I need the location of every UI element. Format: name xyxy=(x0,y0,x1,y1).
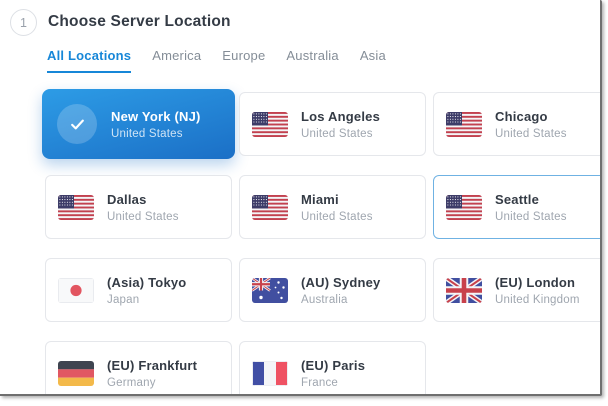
server-location-card-seattle[interactable]: Seattle United States xyxy=(433,175,602,239)
tab-label: All Locations xyxy=(47,48,131,63)
server-location-grid: New York (NJ) United States Los Angeles … xyxy=(45,92,602,396)
server-location-card-chicago[interactable]: Chicago United States xyxy=(433,92,602,156)
country-label: United States xyxy=(301,128,380,140)
city-label: New York (NJ) xyxy=(111,109,201,124)
flag-us-icon xyxy=(252,112,288,137)
flag-fr-icon xyxy=(252,361,288,386)
country-label: United States xyxy=(111,128,201,140)
screenshot-frame: 1 Choose Server Location All Locations Am… xyxy=(0,0,608,406)
server-location-card-new-york-nj[interactable]: New York (NJ) United States xyxy=(42,89,235,159)
server-location-card-asia-tokyo[interactable]: (Asia) Tokyo Japan xyxy=(45,258,232,322)
flag-us-icon xyxy=(446,195,482,220)
tab-all-locations[interactable]: All Locations xyxy=(47,48,131,73)
location-filter-tabs: All Locations America Europe Australia Asia xyxy=(47,48,386,73)
tab-asia[interactable]: Asia xyxy=(360,48,386,73)
server-location-card-los-angeles[interactable]: Los Angeles United States xyxy=(239,92,426,156)
city-label: (EU) Frankfurt xyxy=(107,358,197,373)
tab-america[interactable]: America xyxy=(152,48,201,73)
tab-label: Asia xyxy=(360,48,386,63)
server-location-card-au-sydney[interactable]: (AU) Sydney Australia xyxy=(239,258,426,322)
country-label: Japan xyxy=(107,294,186,306)
flag-de-icon xyxy=(58,361,94,386)
server-location-card-eu-frankfurt[interactable]: (EU) Frankfurt Germany xyxy=(45,341,232,396)
city-label: (EU) Paris xyxy=(301,358,365,373)
step-number: 1 xyxy=(20,16,27,30)
country-label: France xyxy=(301,377,365,389)
step-number-badge: 1 xyxy=(10,9,37,36)
country-label: United States xyxy=(107,211,179,223)
tab-australia[interactable]: Australia xyxy=(286,48,338,73)
country-label: United States xyxy=(495,128,567,140)
flag-us-icon xyxy=(58,195,94,220)
flag-us-icon xyxy=(446,112,482,137)
city-label: Seattle xyxy=(495,192,567,207)
page-title: Choose Server Location xyxy=(48,13,231,31)
server-location-card-dallas[interactable]: Dallas United States xyxy=(45,175,232,239)
city-label: (Asia) Tokyo xyxy=(107,275,186,290)
city-label: Miami xyxy=(301,192,373,207)
flag-jp-icon xyxy=(58,278,94,303)
flag-us-icon xyxy=(252,195,288,220)
flag-au-icon xyxy=(252,278,288,303)
city-label: Los Angeles xyxy=(301,109,380,124)
city-label: (EU) London xyxy=(495,275,580,290)
country-label: Germany xyxy=(107,377,197,389)
country-label: United States xyxy=(301,211,373,223)
tab-europe[interactable]: Europe xyxy=(222,48,265,73)
country-label: Australia xyxy=(301,294,381,306)
city-label: (AU) Sydney xyxy=(301,275,381,290)
check-icon xyxy=(57,104,97,144)
server-location-card-eu-london[interactable]: (EU) London United Kingdom xyxy=(433,258,602,322)
tab-label: Australia xyxy=(286,48,338,63)
flag-uk-icon xyxy=(446,278,482,303)
server-location-card-miami[interactable]: Miami United States xyxy=(239,175,426,239)
city-label: Dallas xyxy=(107,192,179,207)
choose-server-location-panel: 1 Choose Server Location All Locations Am… xyxy=(0,0,602,396)
server-location-card-eu-paris[interactable]: (EU) Paris France xyxy=(239,341,426,396)
city-label: Chicago xyxy=(495,109,567,124)
tab-label: Europe xyxy=(222,48,265,63)
country-label: United Kingdom xyxy=(495,294,580,306)
tab-label: America xyxy=(152,48,201,63)
country-label: United States xyxy=(495,211,567,223)
